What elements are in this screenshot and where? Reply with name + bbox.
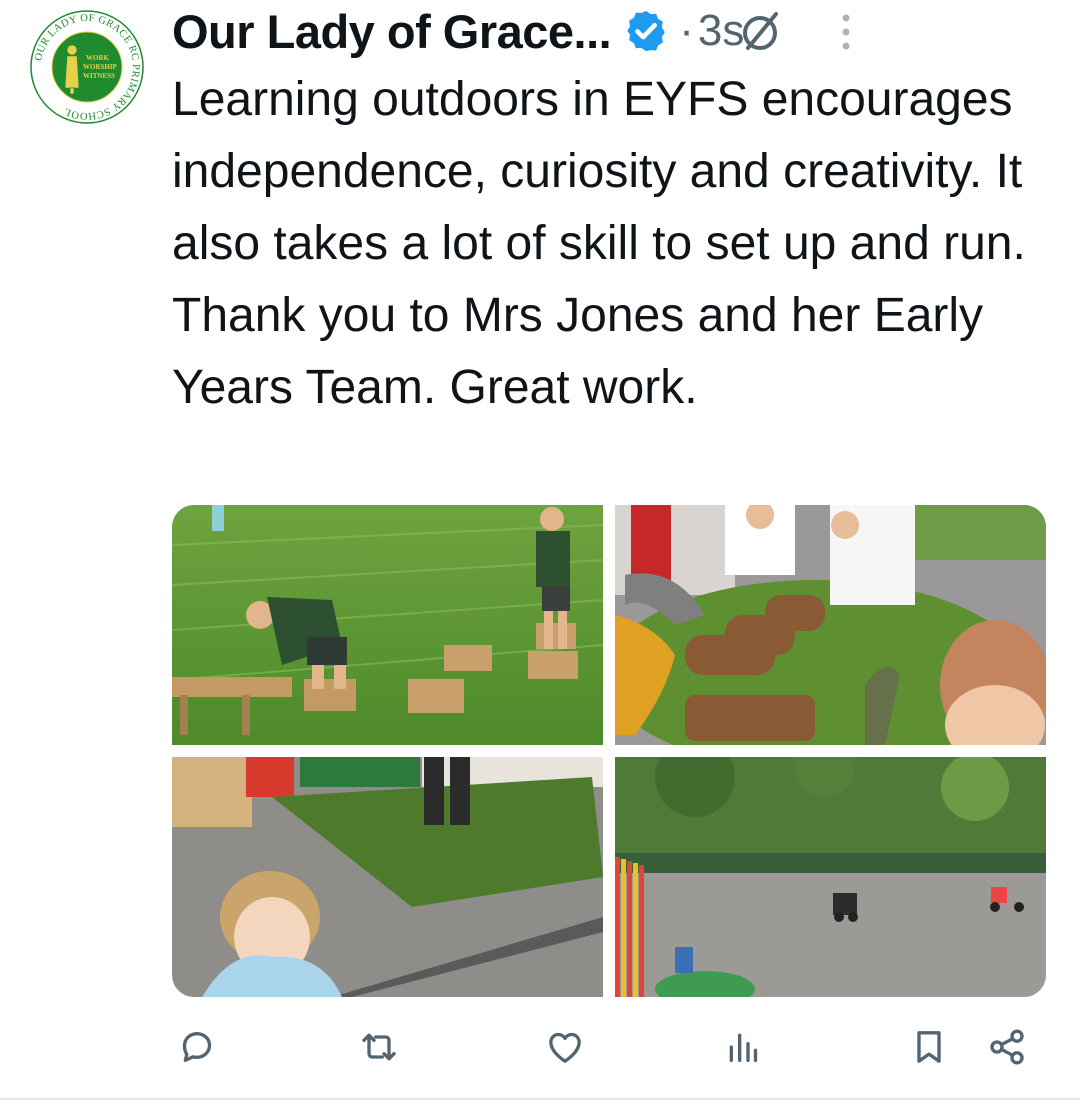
- verified-badge-icon[interactable]: [623, 8, 669, 54]
- tweet-text: Learning outdoors in EYFS encourages ind…: [172, 73, 1026, 414]
- photo-girl-on-playground-mat[interactable]: [172, 757, 603, 997]
- like-button[interactable]: [540, 1022, 590, 1072]
- action-bar: [172, 1022, 1032, 1072]
- svg-text:WITNESS: WITNESS: [83, 72, 115, 80]
- tweet-header: Our Lady of Grace... · 3s: [172, 2, 1052, 60]
- display-name[interactable]: Our Lady of Grace...: [172, 4, 612, 59]
- divider: [0, 1098, 1080, 1100]
- views-button[interactable]: [718, 1022, 768, 1072]
- photo-children-with-dinosaurs-and-logs[interactable]: [615, 505, 1046, 745]
- grok-icon[interactable]: [738, 8, 784, 54]
- reply-button[interactable]: [172, 1022, 222, 1072]
- svg-text:WORSHIP: WORSHIP: [83, 63, 118, 71]
- like-icon: [549, 1032, 581, 1063]
- school-logo: OUR LADY OF GRACE RC PRIMARY SCHOOL WORK…: [29, 9, 145, 125]
- reply-icon: [182, 1032, 212, 1062]
- bookmark-icon: [917, 1031, 941, 1063]
- retweet-button[interactable]: [354, 1022, 404, 1072]
- views-icon: [729, 1033, 758, 1062]
- more-options-icon[interactable]: [836, 10, 856, 54]
- share-button[interactable]: [982, 1022, 1032, 1072]
- bookmark-button[interactable]: [904, 1022, 954, 1072]
- svg-text:WORK: WORK: [86, 54, 110, 62]
- share-icon: [990, 1029, 1024, 1065]
- photo-children-playing-on-grass[interactable]: [172, 505, 603, 745]
- media-grid: [172, 505, 1046, 997]
- account-avatar[interactable]: OUR LADY OF GRACE RC PRIMARY SCHOOL WORK…: [28, 8, 146, 126]
- photo-playground-with-tricycles[interactable]: [615, 757, 1046, 997]
- retweet-icon: [362, 1033, 396, 1061]
- header-separator: ·: [679, 6, 694, 55]
